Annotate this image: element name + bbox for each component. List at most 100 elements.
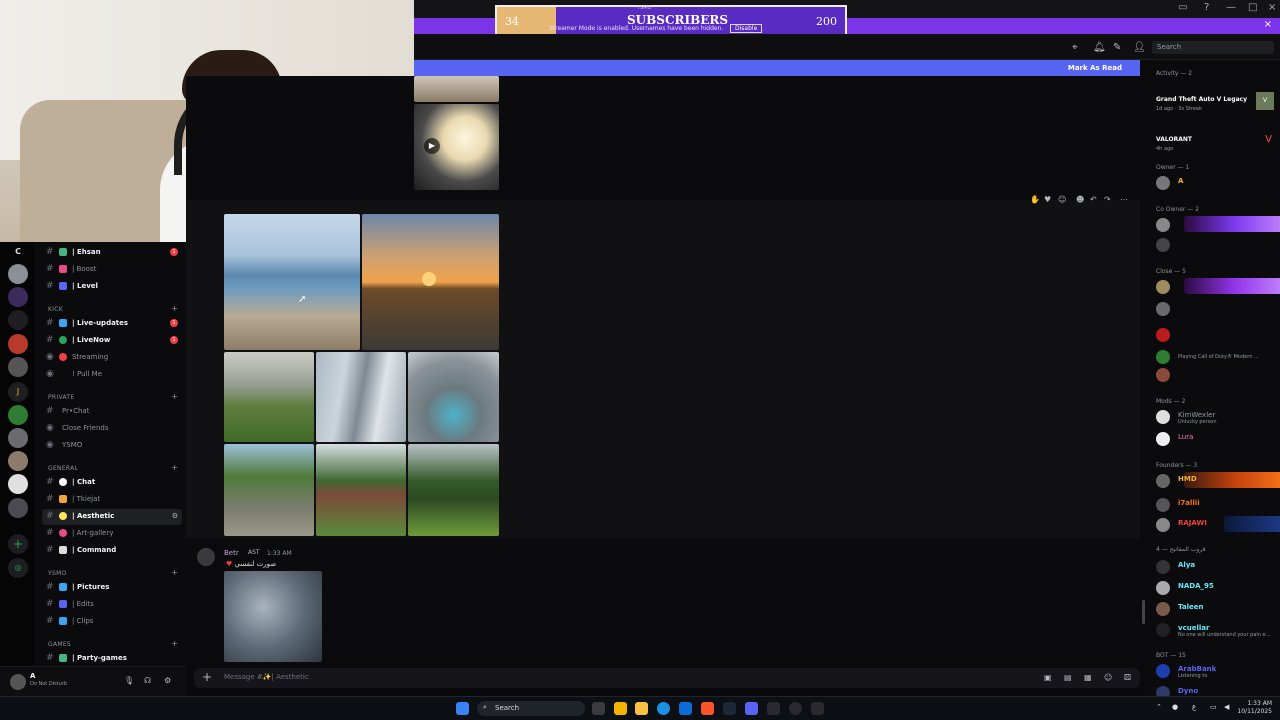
channel-item[interactable]: # | Tkiejat [42, 492, 182, 508]
app-icon[interactable] [811, 702, 824, 715]
beach-photo[interactable]: ➚ [224, 214, 360, 350]
channel-item[interactable]: # | Live-updates 1 [42, 316, 182, 332]
city-aerial-photo[interactable] [408, 352, 499, 442]
category-games[interactable]: GAMES [48, 641, 71, 648]
channel-item[interactable]: # | Art-gallery [42, 526, 182, 542]
member-row[interactable] [1154, 326, 1278, 344]
sky-photo[interactable] [224, 571, 322, 662]
add-channel-icon[interactable]: + [171, 392, 178, 401]
member-row[interactable]: NADA_95 [1154, 579, 1278, 597]
minimize-icon[interactable]: — [1226, 2, 1236, 13]
park-photo[interactable] [408, 444, 499, 536]
headphones-icon[interactable]: ☊ [144, 676, 151, 685]
server-icon[interactable] [8, 334, 28, 354]
server-icon[interactable] [8, 287, 28, 307]
channel-item-aesthetic[interactable]: # | Aesthetic ⚙ [42, 509, 182, 525]
app-icon[interactable] [679, 702, 692, 715]
member-row[interactable]: RAJAWI [1154, 516, 1280, 534]
gif-icon[interactable]: ▤ [1064, 673, 1072, 682]
add-server-icon[interactable]: + [8, 534, 28, 554]
more-options-icon[interactable]: ⋯ [1120, 195, 1128, 204]
search-input[interactable]: Search [1152, 41, 1274, 54]
member-row[interactable]: Alya [1154, 558, 1278, 576]
react-icon[interactable]: ☻ [1076, 195, 1084, 204]
attach-plus-icon[interactable]: + [202, 670, 212, 684]
server-icon[interactable] [8, 264, 28, 284]
tray-network-icon[interactable]: ▭ [1210, 703, 1217, 711]
member-row[interactable]: ArabBank Listening to [1154, 662, 1278, 680]
discord-icon[interactable] [745, 702, 758, 715]
garden-photo[interactable] [316, 444, 406, 536]
field-photo[interactable] [224, 352, 314, 442]
avatar[interactable] [10, 674, 26, 690]
tray-mic-icon[interactable]: ● [1172, 703, 1178, 711]
server-icon[interactable] [8, 474, 28, 494]
category-general[interactable]: GENERAL [48, 465, 78, 472]
tower-photo[interactable] [316, 352, 406, 442]
member-row[interactable]: A [1154, 174, 1278, 192]
brave-icon[interactable] [701, 702, 714, 715]
member-row[interactable] [1154, 278, 1280, 296]
start-icon[interactable] [456, 702, 469, 715]
tray-chevron-icon[interactable]: ⌃ [1156, 703, 1162, 711]
add-channel-icon[interactable]: + [171, 463, 178, 472]
settings-gear-icon[interactable]: ⚙ [164, 676, 171, 685]
server-icon[interactable] [8, 498, 28, 518]
gift-icon[interactable]: ▣ [1044, 673, 1052, 682]
channel-item[interactable]: ◉ Close Friends [42, 421, 182, 437]
channel-item[interactable]: ◉ Streaming [42, 350, 182, 366]
obs-icon[interactable] [789, 702, 802, 715]
server-icon[interactable] [8, 405, 28, 425]
reaction-fire-icon[interactable]: ✋ [1030, 195, 1040, 204]
path-photo[interactable] [224, 444, 314, 536]
play-icon[interactable]: ▶ [424, 138, 440, 154]
app-icon[interactable] [767, 702, 780, 715]
reaction-heart-icon[interactable]: ♥ [1044, 195, 1051, 204]
member-row[interactable]: i7allii [1154, 496, 1278, 514]
taskbar-search[interactable]: ⌕ Search [477, 701, 585, 716]
add-channel-icon[interactable]: + [171, 639, 178, 648]
member-row[interactable]: Playing Call of Duty® Modern ... [1154, 348, 1278, 366]
forward-icon[interactable]: ↷ [1104, 195, 1111, 204]
notification-bell-icon[interactable]: 🔔︎ [1093, 42, 1106, 53]
channel-item[interactable]: ◉! Pull Me [42, 367, 182, 383]
disable-streamer-mode-button[interactable]: Disable [730, 24, 763, 33]
member-row[interactable]: KimWexler Unlucky person [1154, 408, 1278, 426]
member-row[interactable] [1154, 236, 1278, 254]
channel-item[interactable]: # | LiveNow 1 [42, 333, 182, 349]
member-row[interactable]: HMD [1154, 472, 1280, 490]
member-row[interactable]: Dyno [1154, 684, 1278, 696]
notice-close-icon[interactable]: × [1264, 19, 1272, 30]
category-kick[interactable]: KICK [48, 306, 63, 313]
member-list-icon[interactable]: 👤︎ [1133, 42, 1146, 53]
add-channel-icon[interactable]: + [171, 568, 178, 577]
channel-item[interactable]: # | Edits [42, 597, 182, 613]
member-row[interactable] [1154, 216, 1280, 234]
server-icon[interactable] [8, 310, 28, 330]
server-icon[interactable] [8, 428, 28, 448]
attachment-video[interactable]: ▶ [414, 104, 499, 190]
file-explorer-icon[interactable] [635, 702, 648, 715]
server-initial[interactable]: C [8, 242, 28, 262]
edge-icon[interactable] [657, 702, 670, 715]
category-ysmo[interactable]: YSMO [48, 570, 67, 577]
add-reaction-icon[interactable]: ☺ [1058, 195, 1066, 204]
tray-volume-icon[interactable]: ◀ [1224, 703, 1229, 711]
message-author[interactable]: Betr [224, 549, 239, 557]
channel-item[interactable]: # | Pictures [42, 580, 182, 596]
chat-scrollbar[interactable] [1142, 600, 1145, 624]
maximize-icon[interactable]: □ [1248, 2, 1257, 13]
threads-icon[interactable]: ⌖ [1072, 42, 1078, 53]
task-view-icon[interactable] [592, 702, 605, 715]
channel-item[interactable]: # | Clips [42, 614, 182, 630]
channel-item[interactable]: # | Boost [42, 262, 182, 278]
channel-item[interactable]: # | Level [42, 279, 182, 295]
channel-item[interactable]: # Pr•Chat [42, 404, 182, 420]
activity-card[interactable]: Grand Theft Auto V Legacy 1d ago · 3x St… [1154, 86, 1276, 118]
reply-icon[interactable]: ↶ [1090, 195, 1097, 204]
pin-icon[interactable]: ✎ [1113, 42, 1121, 53]
member-row[interactable]: Taleen [1154, 600, 1278, 618]
channel-item[interactable]: # | Party-games [42, 651, 182, 666]
message-input[interactable]: Message #✨| Aesthetic [224, 673, 309, 681]
microphone-icon[interactable]: 🎙︎ [124, 676, 134, 685]
